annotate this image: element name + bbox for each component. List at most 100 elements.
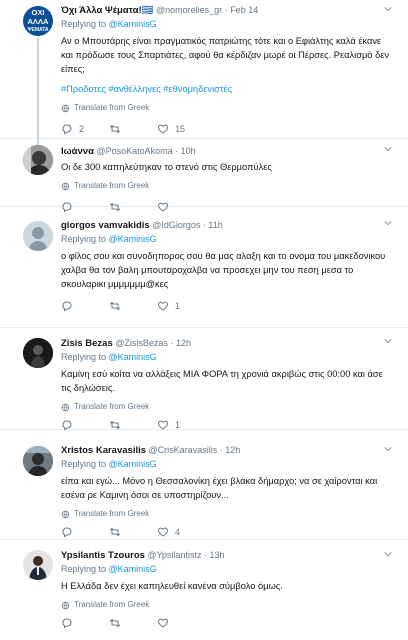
tweet-ypsilantistz[interactable]: Ypsilantis Tzouros @Ypsilantistz · 13h R… <box>0 540 408 640</box>
like-button[interactable]: 1 <box>157 300 205 312</box>
tweet-text: Καμίνη εσύ κοίτα να αλλάξεις ΜΙΑ ΦΟΡΑ τη… <box>61 369 383 393</box>
retweet-icon <box>109 123 121 135</box>
author-name[interactable]: Όχι Άλλα Ψέματα!🇬🇷 <box>61 5 153 16</box>
author-handle[interactable]: @PosoKatoAkoma <box>96 146 172 156</box>
timestamp[interactable]: 11h <box>208 220 222 230</box>
mention-link[interactable]: @KaminisG <box>109 564 157 574</box>
avatar[interactable]: ΟΧΙ ΑΛΛΑ ΨΕΜΑΤΑ <box>23 6 53 36</box>
thread-line <box>37 38 39 139</box>
avatar[interactable] <box>23 145 53 175</box>
author-name[interactable]: Zisis Bezas <box>61 338 113 349</box>
tweet-zisisbezas[interactable]: Zisis Bezas @ZisisBezas · 12h Replying t… <box>0 328 408 430</box>
avatar-label-line: ΨΕΜΑΤΑ <box>27 27 49 33</box>
caret-down-icon[interactable] <box>384 220 392 226</box>
separator-dot: · <box>202 220 206 230</box>
reply-count: 2 <box>79 124 85 134</box>
separator-dot: · <box>170 338 174 348</box>
timestamp[interactable]: Feb 14 <box>230 5 258 15</box>
avatar-photo <box>23 550 53 580</box>
author-handle[interactable]: @nomorelies_gr <box>156 5 222 15</box>
author-handle[interactable]: @IdGiorgos <box>152 220 200 230</box>
retweet-icon <box>109 300 121 312</box>
replying-to: Replying to @KaminisG <box>61 18 394 30</box>
reply-button[interactable] <box>61 526 109 538</box>
replying-prefix: Replying to <box>61 459 109 469</box>
replying-prefix: Replying to <box>61 234 109 244</box>
translate-link[interactable]: Translate from Greek <box>61 102 394 114</box>
retweet-button[interactable] <box>109 526 157 538</box>
mention-link[interactable]: @KaminisG <box>109 352 157 362</box>
mention-link[interactable]: @KaminisG <box>109 459 157 469</box>
avatar[interactable] <box>23 221 53 251</box>
tweet-idgiorgos[interactable]: giorgos vamvakidis @IdGiorgos · 11h Repl… <box>0 207 408 328</box>
author-handle[interactable]: @CrisKaravasilis <box>149 445 218 455</box>
retweet-button[interactable] <box>109 617 157 629</box>
translate-link[interactable]: Translate from Greek <box>61 599 394 611</box>
retweet-button[interactable] <box>109 300 157 312</box>
replying-to: Replying to @KaminisG <box>61 233 394 245</box>
like-icon <box>157 300 169 312</box>
replying-to: Replying to @KaminisG <box>61 458 394 470</box>
hashtags[interactable]: #Προδοτες #ανθέλληνες #εθνομηδενιστές <box>61 82 394 96</box>
avatar-photo <box>23 338 53 368</box>
tweet-actions: 1 <box>61 300 394 312</box>
tweet-nomorelies[interactable]: ΟΧΙ ΑΛΛΑ ΨΕΜΑΤΑ Όχι Άλλα Ψέματα!🇬🇷 @nomo… <box>0 0 408 139</box>
translate-label: Translate from Greek <box>74 600 150 609</box>
caret-down-icon[interactable] <box>384 446 392 452</box>
mention-link[interactable]: @KaminisG <box>109 234 157 244</box>
tweet-text: είπα και εγώ... Μόνο η Θεσσαλονίκη έχει … <box>61 476 378 500</box>
separator-dot: · <box>203 550 207 560</box>
reply-button[interactable] <box>61 300 109 312</box>
like-count: 1 <box>175 301 181 311</box>
timestamp[interactable]: 12h <box>225 445 240 455</box>
author-handle[interactable]: @Ypsilantistz <box>147 550 201 560</box>
author-name[interactable]: Ypsilantis Tzouros <box>61 550 145 561</box>
tweet-actions <box>61 617 394 629</box>
like-button[interactable]: 15 <box>157 123 205 135</box>
timestamp[interactable]: 12h <box>176 338 191 348</box>
reply-icon <box>61 617 73 629</box>
globe-icon <box>61 104 70 113</box>
tweet-posokatoakoma[interactable]: Ιωάννα @PosoKatoAkoma · 10h Οι δε 300 κα… <box>0 139 408 207</box>
author-name[interactable]: Xristos Karavasilis <box>61 445 146 456</box>
caret-down-icon[interactable] <box>384 146 392 152</box>
tweet-text: ο φίλος σου και συνοδηπορος σου θα μας α… <box>61 251 386 289</box>
timestamp[interactable]: 10h <box>181 146 196 156</box>
globe-icon <box>61 403 70 412</box>
timestamp[interactable]: 13h <box>209 550 224 560</box>
like-button[interactable] <box>157 617 205 629</box>
avatar[interactable] <box>23 550 53 580</box>
translate-link[interactable]: Translate from Greek <box>61 401 394 413</box>
translate-label: Translate from Greek <box>74 402 150 411</box>
translate-label: Translate from Greek <box>74 181 150 190</box>
globe-icon <box>61 182 70 191</box>
author-name[interactable]: giorgos vamvakidis <box>61 220 150 231</box>
like-count: 15 <box>175 124 186 134</box>
replying-to: Replying to @KaminisG <box>61 351 394 363</box>
caret-down-icon[interactable] <box>384 338 392 344</box>
replying-prefix: Replying to <box>61 564 109 574</box>
translate-label: Translate from Greek <box>74 103 150 112</box>
caret-down-icon[interactable] <box>384 6 392 12</box>
reply-icon <box>61 526 73 538</box>
replying-prefix: Replying to <box>61 19 109 29</box>
tweet-text: Η Ελλάδα δεν έχει καπηλευθεί κανένα σύμβ… <box>61 581 283 591</box>
author-name[interactable]: Ιωάννα <box>61 146 94 157</box>
mention-link[interactable]: @KaminisG <box>109 19 157 29</box>
translate-link[interactable]: Translate from Greek <box>61 180 394 192</box>
like-icon <box>157 123 169 135</box>
caret-down-icon[interactable] <box>384 551 392 557</box>
like-button[interactable]: 4 <box>157 526 205 538</box>
avatar[interactable] <box>23 338 53 368</box>
retweet-button[interactable] <box>109 123 157 135</box>
reply-button[interactable] <box>61 617 109 629</box>
separator-dot: · <box>219 445 223 455</box>
author-handle[interactable]: @ZisisBezas <box>115 338 168 348</box>
like-count: 1 <box>175 420 181 430</box>
reply-button[interactable]: 2 <box>61 123 109 135</box>
tweet-criskaravasilis[interactable]: Xristos Karavasilis @CrisKaravasilis · 1… <box>0 430 408 540</box>
translate-link[interactable]: Translate from Greek <box>61 508 394 520</box>
avatar[interactable] <box>23 446 53 476</box>
like-icon <box>157 617 169 629</box>
like-count: 4 <box>175 527 181 537</box>
